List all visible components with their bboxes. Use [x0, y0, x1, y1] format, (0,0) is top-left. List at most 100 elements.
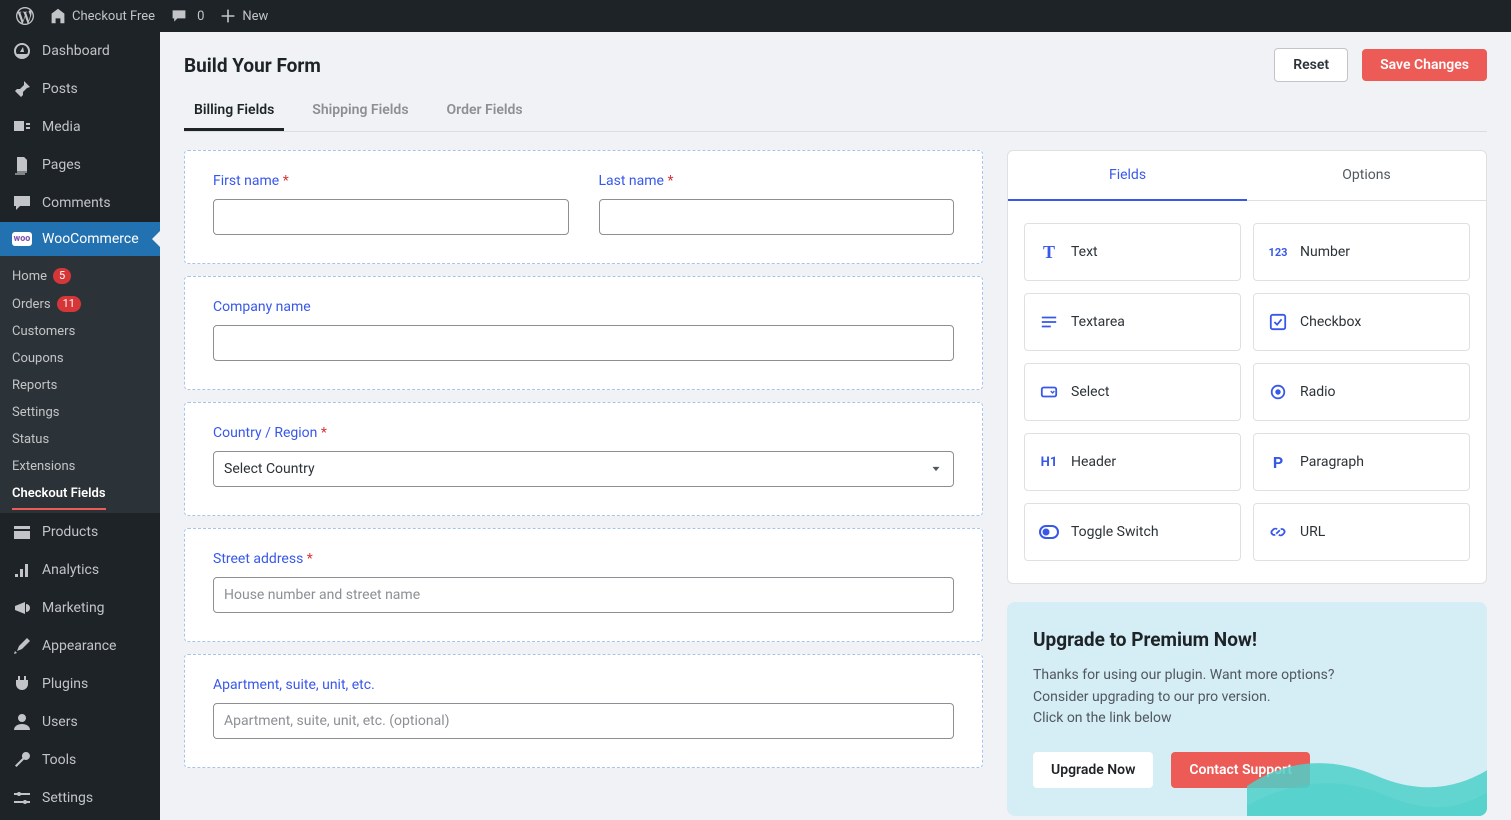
sidebar-item-dashboard[interactable]: Dashboard [0, 32, 160, 70]
field-type-checkbox[interactable]: Checkbox [1253, 293, 1470, 351]
pages-icon [12, 155, 32, 175]
products-icon [12, 522, 32, 542]
last-name-input[interactable] [599, 199, 955, 235]
textarea-icon [1039, 312, 1059, 332]
admin-sidebar: Dashboard Posts Media Pages Comments woo… [0, 32, 160, 820]
dashboard-icon [12, 41, 32, 61]
site-link[interactable]: Checkout Free [42, 0, 163, 32]
main-tabs: Billing Fields Shipping Fields Order Fie… [184, 96, 1487, 132]
wp-logo[interactable] [8, 0, 42, 32]
sidebar-label: Posts [42, 81, 78, 97]
wave-decoration [1247, 706, 1487, 816]
sidebar-item-plugins[interactable]: Plugins [0, 665, 160, 703]
user-icon [12, 712, 32, 732]
street-input[interactable] [213, 577, 954, 613]
analytics-icon [12, 560, 32, 580]
content: Build Your Form Reset Save Changes Billi… [160, 32, 1511, 820]
save-button[interactable]: Save Changes [1362, 49, 1487, 81]
sidebar-item-tools[interactable]: Tools [0, 741, 160, 779]
comment-icon [12, 193, 32, 213]
sub-orders[interactable]: Orders 11 [0, 290, 160, 318]
sub-extensions[interactable]: Extensions [0, 453, 160, 480]
field-card-company[interactable]: Company name [184, 276, 983, 390]
tab-billing[interactable]: Billing Fields [184, 96, 284, 131]
field-card-street[interactable]: Street address * [184, 528, 983, 642]
field-card-country[interactable]: Country / Region * Select Country [184, 402, 983, 516]
sub-coupons[interactable]: Coupons [0, 345, 160, 372]
field-types-panel: Fields Options TText 123Number Textarea … [1007, 150, 1487, 584]
comments-link[interactable]: 0 [163, 0, 212, 32]
right-tab-options[interactable]: Options [1247, 151, 1486, 201]
sub-home[interactable]: Home 5 [0, 262, 160, 290]
field-type-number[interactable]: 123Number [1253, 223, 1470, 281]
sidebar-label: Products [42, 524, 98, 540]
select-icon [1039, 382, 1059, 402]
sidebar-label: Dashboard [42, 43, 110, 59]
first-name-label: First name * [213, 173, 569, 189]
sidebar-item-posts[interactable]: Posts [0, 70, 160, 108]
radio-icon [1268, 382, 1288, 402]
sidebar-label: Plugins [42, 676, 88, 692]
sub-status[interactable]: Status [0, 426, 160, 453]
site-title: Checkout Free [72, 9, 155, 24]
street-label: Street address * [213, 551, 954, 567]
apt-label: Apartment, suite, unit, etc. [213, 677, 954, 693]
field-type-url[interactable]: URL [1253, 503, 1470, 561]
form-builder-canvas: First name * Last name * Company name [184, 150, 983, 816]
sidebar-item-settings[interactable]: Settings [0, 779, 160, 817]
paragraph-icon: P [1268, 452, 1288, 472]
sidebar-label: Users [42, 714, 78, 730]
field-type-text[interactable]: TText [1024, 223, 1241, 281]
right-tab-fields[interactable]: Fields [1008, 151, 1247, 201]
megaphone-icon [12, 598, 32, 618]
last-name-label: Last name * [599, 173, 955, 189]
admin-bar: Checkout Free 0 New [0, 0, 1511, 32]
field-card-apt[interactable]: Apartment, suite, unit, etc. [184, 654, 983, 768]
sub-settings[interactable]: Settings [0, 399, 160, 426]
woo-submenu: Home 5 Orders 11 Customers Coupons Repor… [0, 256, 160, 513]
sub-reports[interactable]: Reports [0, 372, 160, 399]
field-type-textarea[interactable]: Textarea [1024, 293, 1241, 351]
company-input[interactable] [213, 325, 954, 361]
sidebar-item-media[interactable]: Media [0, 108, 160, 146]
upgrade-banner: Upgrade to Premium Now! Thanks for using… [1007, 602, 1487, 816]
field-type-header[interactable]: H1Header [1024, 433, 1241, 491]
checkbox-icon [1268, 312, 1288, 332]
field-type-radio[interactable]: Radio [1253, 363, 1470, 421]
sidebar-item-products[interactable]: Products [0, 513, 160, 551]
field-type-toggle[interactable]: Toggle Switch [1024, 503, 1241, 561]
reset-button[interactable]: Reset [1274, 48, 1348, 82]
sidebar-item-users[interactable]: Users [0, 703, 160, 741]
upgrade-title: Upgrade to Premium Now! [1033, 628, 1461, 651]
tab-shipping[interactable]: Shipping Fields [302, 96, 418, 131]
sidebar-label: Settings [42, 790, 93, 806]
text-icon: T [1039, 242, 1059, 262]
new-link[interactable]: New [212, 0, 276, 32]
sub-customers[interactable]: Customers [0, 318, 160, 345]
sub-checkout-fields[interactable]: Checkout Fields [0, 480, 160, 507]
country-select[interactable]: Select Country [213, 451, 954, 487]
upgrade-now-button[interactable]: Upgrade Now [1033, 752, 1153, 788]
apt-input[interactable] [213, 703, 954, 739]
sidebar-item-comments[interactable]: Comments [0, 184, 160, 222]
sidebar-label: Media [42, 119, 81, 135]
sliders-icon [12, 788, 32, 808]
sidebar-item-woocommerce[interactable]: woo WooCommerce [0, 222, 160, 256]
field-type-paragraph[interactable]: PParagraph [1253, 433, 1470, 491]
sidebar-label: Pages [42, 157, 81, 173]
sidebar-label: WooCommerce [42, 231, 139, 247]
sidebar-item-analytics[interactable]: Analytics [0, 551, 160, 589]
tab-order[interactable]: Order Fields [437, 96, 533, 131]
field-card-name[interactable]: First name * Last name * [184, 150, 983, 264]
sidebar-label: Tools [42, 752, 76, 768]
sidebar-item-marketing[interactable]: Marketing [0, 589, 160, 627]
first-name-input[interactable] [213, 199, 569, 235]
wrench-icon [12, 750, 32, 770]
field-type-select[interactable]: Select [1024, 363, 1241, 421]
sidebar-item-appearance[interactable]: Appearance [0, 627, 160, 665]
sidebar-item-pages[interactable]: Pages [0, 146, 160, 184]
company-label: Company name [213, 299, 954, 315]
comments-count: 0 [197, 9, 204, 24]
plug-icon [12, 674, 32, 694]
woo-icon: woo [12, 232, 32, 246]
